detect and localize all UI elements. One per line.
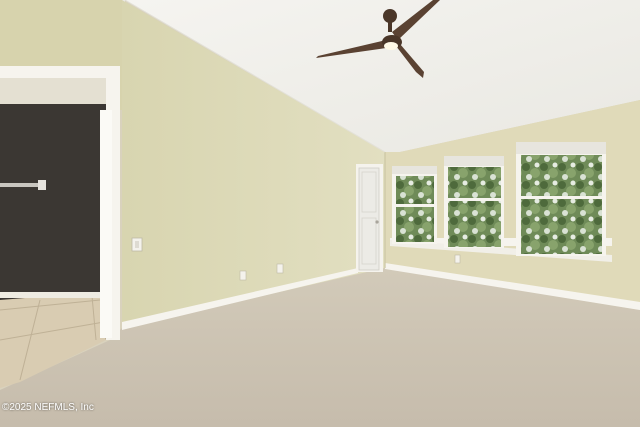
door-casing — [100, 110, 112, 338]
outlet-icon — [239, 270, 247, 281]
outlet-icon — [454, 254, 461, 264]
hall-ceiling — [0, 78, 106, 104]
outlet-icon — [276, 263, 284, 274]
hall-baseboard — [0, 292, 100, 298]
room-photo: ©2025 NEFMLS, Inc — [0, 0, 640, 427]
room-illustration — [0, 0, 640, 427]
towel-bar — [0, 183, 44, 187]
watermark: ©2025 NEFMLS, Inc — [2, 402, 94, 413]
door-knob — [375, 220, 379, 224]
